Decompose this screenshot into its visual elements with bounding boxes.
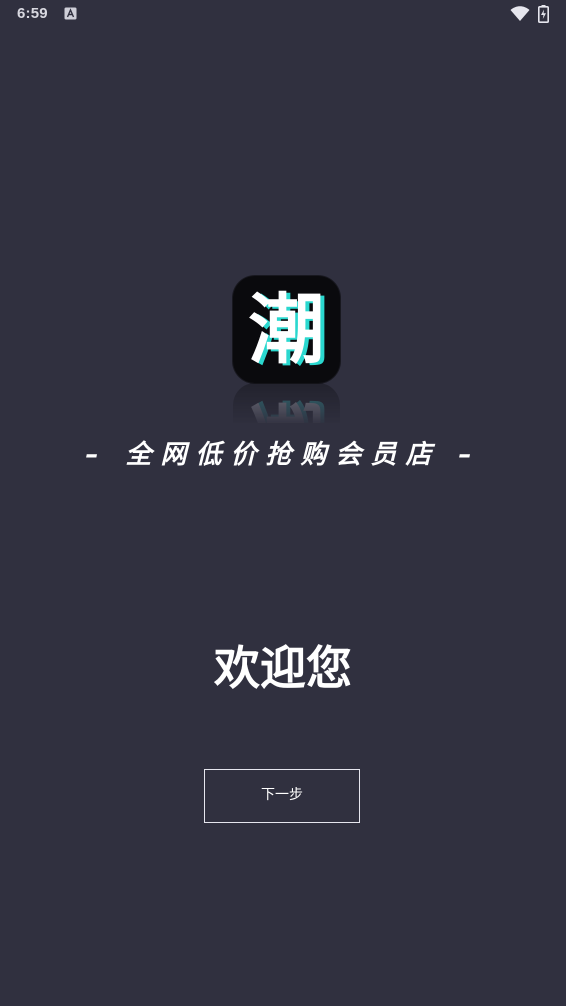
welcome-title: 欢迎您 [214, 641, 352, 695]
notification-a-icon [64, 7, 77, 20]
app-logo-character: 潮 [248, 285, 325, 374]
next-step-button[interactable]: 下一步 [204, 769, 360, 823]
splash-screen: 6:59 潮 潮 潮 潮 – 全网低价抢购会员店 – 欢迎您 下一步 [0, 0, 566, 1006]
app-logo: 潮 潮 [233, 276, 340, 383]
status-time: 6:59 [17, 5, 48, 22]
wifi-icon [510, 6, 530, 21]
battery-icon [538, 5, 549, 23]
tagline: – 全网低价抢购会员店 – [85, 440, 481, 470]
app-logo-reflection-tile: 潮 潮 [233, 383, 340, 423]
app-logo-reflection: 潮 潮 [233, 383, 340, 423]
app-logo-reflection-character: 潮 [233, 383, 340, 423]
status-bar: 6:59 [0, 0, 566, 30]
app-logo-tile: 潮 潮 [233, 276, 340, 383]
